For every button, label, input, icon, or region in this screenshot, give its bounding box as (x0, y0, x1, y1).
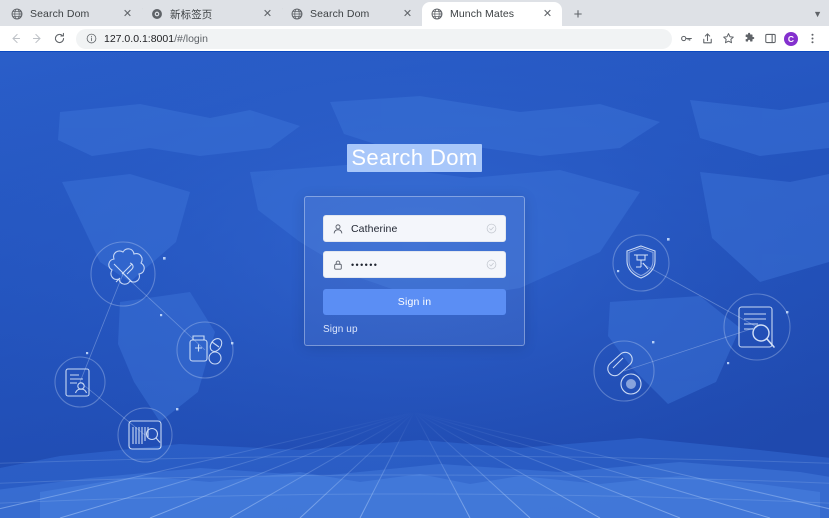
toolbar-icon-group: C (676, 29, 822, 49)
lock-icon (332, 259, 344, 271)
tab-title: Search Dom (30, 8, 90, 20)
login-container: Search Dom Catherine •••••• Sign in Sign… (0, 52, 829, 518)
gear-icon (151, 8, 163, 20)
url-host: 127.0.0.1:8001 (104, 32, 175, 45)
tab-title: Munch Mates (450, 8, 515, 20)
tab-search-chevron-icon[interactable]: ▼ (813, 9, 822, 19)
user-icon (332, 223, 344, 235)
password-field[interactable]: •••••• (323, 251, 506, 278)
browser-toolbar: 127.0.0.1:8001/#/login C (0, 26, 829, 52)
address-bar-url: 127.0.0.1:8001/#/login (104, 33, 208, 45)
username-field[interactable]: Catherine (323, 215, 506, 242)
globe-icon (291, 8, 303, 20)
browser-tab-4[interactable]: Munch Mates ✕ (422, 2, 562, 26)
back-arrow-icon[interactable] (4, 28, 26, 50)
site-info-icon[interactable] (86, 33, 97, 44)
globe-icon (431, 8, 443, 20)
tab-close-icon[interactable]: ✕ (540, 7, 555, 22)
extensions-puzzle-icon[interactable] (739, 29, 759, 49)
three-dot-menu-icon[interactable] (802, 29, 822, 49)
password-input[interactable]: •••••• (351, 260, 486, 270)
url-path: /#/login (174, 32, 208, 45)
forward-arrow-icon[interactable] (26, 28, 48, 50)
username-input[interactable]: Catherine (351, 223, 486, 235)
tab-title: 新标签页 (170, 8, 213, 21)
tab-close-icon[interactable]: ✕ (120, 7, 135, 22)
tab-close-icon[interactable]: ✕ (260, 7, 275, 22)
tab-strip-right: ▼ (813, 2, 829, 26)
tab-strip: Search Dom ✕ 新标签页 ✕ Search Dom ✕ Munch M… (0, 0, 829, 26)
share-icon[interactable] (697, 29, 717, 49)
browser-window: Search Dom ✕ 新标签页 ✕ Search Dom ✕ Munch M… (0, 0, 829, 518)
browser-tab-2[interactable]: 新标签页 ✕ (142, 2, 283, 26)
check-circle-icon[interactable] (486, 223, 497, 234)
new-tab-button[interactable]: + (565, 2, 591, 26)
check-circle-icon[interactable] (486, 259, 497, 270)
sign-in-button[interactable]: Sign in (323, 289, 506, 315)
browser-tab-1[interactable]: Search Dom ✕ (2, 2, 143, 26)
reload-icon[interactable] (48, 28, 70, 50)
login-card: Catherine •••••• Sign in Sign up (304, 196, 525, 346)
address-bar[interactable]: 127.0.0.1:8001/#/login (76, 28, 672, 49)
tab-title: Search Dom (310, 8, 370, 20)
sign-up-link[interactable]: Sign up (323, 324, 358, 335)
page-title: Search Dom (347, 144, 482, 172)
bookmark-star-icon[interactable] (718, 29, 738, 49)
side-panel-icon[interactable] (760, 29, 780, 49)
avatar[interactable]: C (784, 31, 798, 46)
browser-tab-3[interactable]: Search Dom ✕ (282, 2, 422, 26)
password-key-icon[interactable] (676, 29, 696, 49)
tab-close-icon[interactable]: ✕ (400, 7, 415, 22)
page-viewport: Search Dom Catherine •••••• Sign in Sign… (0, 52, 829, 518)
globe-icon (11, 8, 23, 20)
